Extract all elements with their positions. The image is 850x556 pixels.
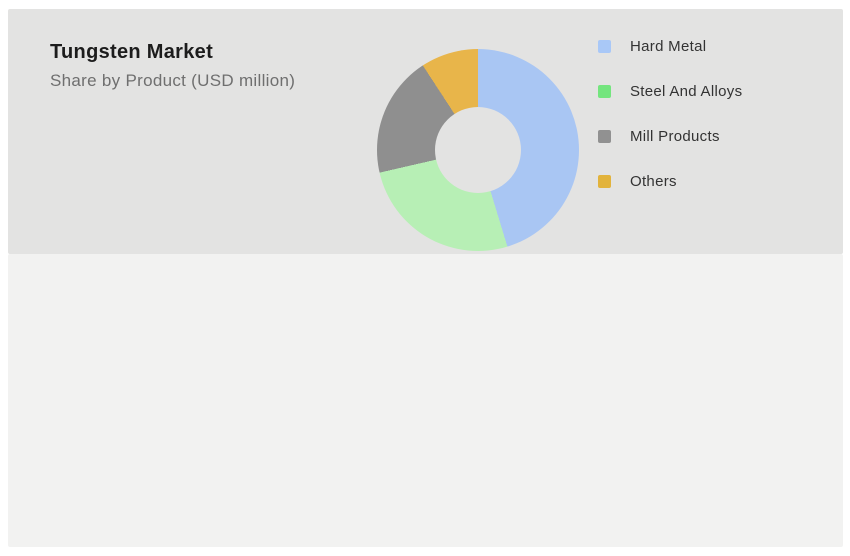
title-block: Tungsten Market Share by Product (USD mi… [50, 41, 295, 91]
legend-label: Hard Metal [630, 37, 707, 55]
legend-label: Others [630, 172, 677, 190]
donut-hole [435, 107, 521, 193]
legend-item-mill-products: Mill Products [598, 124, 742, 148]
legend-item-hard-metal: Hard Metal [598, 34, 742, 58]
bottom-panel: 2019202020212022202320242025202620272028… [8, 254, 843, 547]
chart-subtitle: Share by Product (USD million) [50, 71, 296, 90]
legend-swatch-icon [598, 39, 611, 53]
legend: Hard Metal Steel And Alloys Mill Products O… [598, 34, 742, 214]
donut-chart [377, 49, 579, 251]
legend-swatch-icon [598, 129, 611, 143]
legend-swatch-icon [598, 84, 611, 98]
legend-swatch-icon [598, 174, 611, 188]
legend-label: Mill Products [630, 127, 720, 145]
legend-label: Steel And Alloys [630, 82, 743, 100]
legend-item-others: Others [598, 169, 742, 193]
tungsten-market-infographic: Tungsten Market Share by Product (USD mi… [0, 0, 850, 556]
legend-item-steel-and-alloys: Steel And Alloys [598, 79, 742, 103]
top-panel: Tungsten Market Share by Product (USD mi… [8, 9, 843, 254]
page-title: Tungsten Market [50, 41, 214, 63]
